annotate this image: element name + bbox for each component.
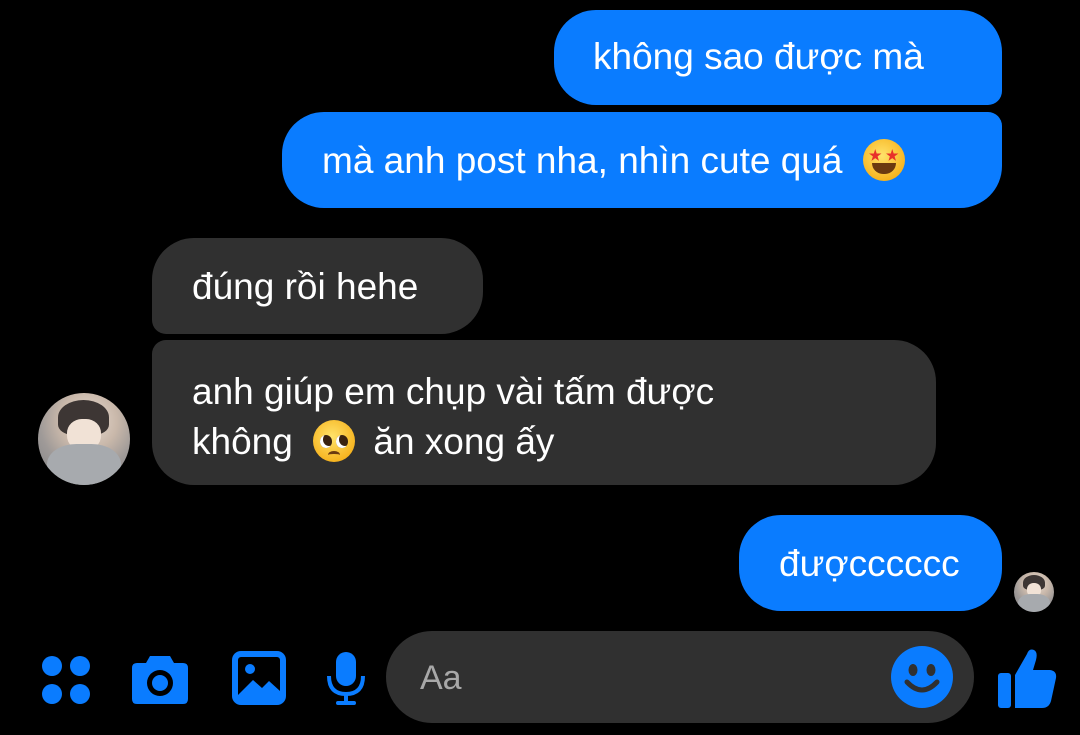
message-composer[interactable] — [386, 631, 974, 723]
messenger-chat-screen: không sao được mà mà anh post nha, nhìn … — [0, 0, 1080, 735]
star-struck-emoji — [862, 139, 905, 181]
microphone-icon[interactable] — [326, 650, 366, 706]
message-input[interactable] — [418, 653, 882, 703]
message-text-line: không ăn xong ấy — [192, 420, 555, 462]
message-text: không sao được mà — [593, 36, 924, 77]
message-bubble-outgoing[interactable]: mà anh post nha, nhìn cute quá — [282, 112, 1002, 208]
message-bubble-outgoing[interactable]: không sao được mà — [554, 10, 1002, 105]
message-text: đúng rồi hehe — [192, 266, 419, 307]
seen-receipt-avatar — [1014, 572, 1054, 612]
sender-avatar[interactable] — [38, 393, 130, 485]
pleading-face-emoji — [313, 420, 356, 462]
emoji-icon[interactable] — [891, 646, 953, 708]
camera-icon[interactable] — [130, 650, 190, 706]
gallery-icon[interactable] — [231, 650, 287, 706]
message-bubble-incoming[interactable]: đúng rồi hehe — [152, 238, 483, 334]
apps-icon[interactable] — [40, 654, 92, 706]
thumbs-up-icon[interactable] — [996, 646, 1058, 710]
message-text: mà anh post nha, nhìn cute quá — [322, 140, 843, 181]
message-text: đượcccccc — [779, 543, 960, 584]
message-bubble-outgoing[interactable]: đượcccccc — [739, 515, 1002, 611]
message-text-line: anh giúp em chụp vài tấm được — [192, 371, 715, 412]
message-bubble-incoming[interactable]: anh giúp em chụp vài tấm được không ăn x… — [152, 340, 936, 485]
